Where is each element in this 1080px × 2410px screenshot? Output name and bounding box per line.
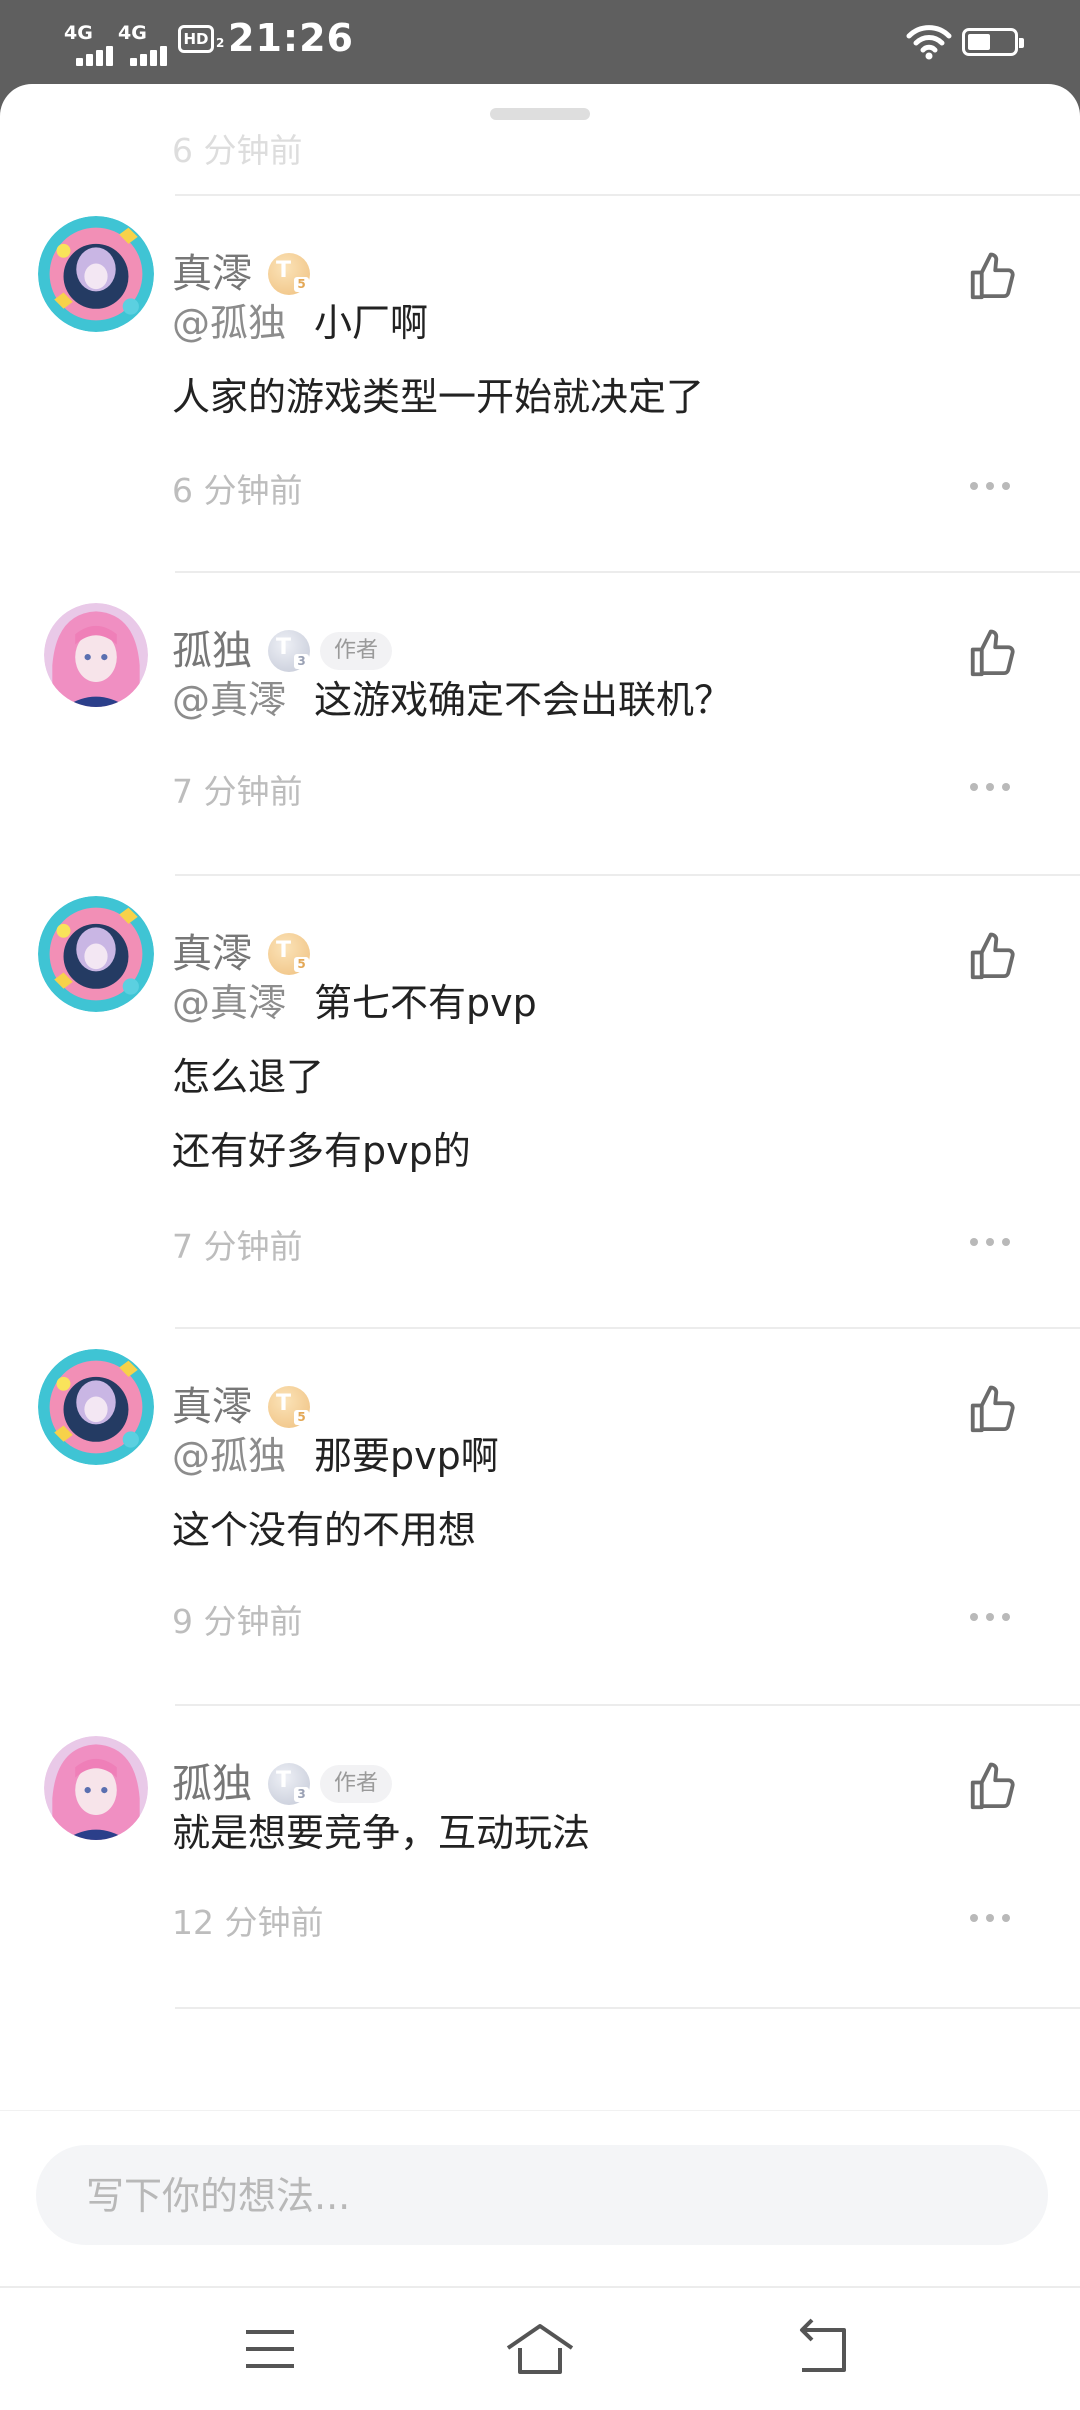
comment-item[interactable]: 真澪 T 5 @真澪 第七不有pvp 怎么退了 还有好多有pvp的 7 分钟前 — [0, 876, 1080, 1329]
comment-text: 怎么退了 — [172, 1055, 325, 1099]
network-type-label: 4G — [118, 22, 147, 44]
comment-list[interactable]: 真澪 T 5 @孤独 小厂啊 人家的游戏类型一开始就决定了 6 分钟前 孤独 T… — [0, 196, 1080, 2009]
comment-text: 人家的游戏类型一开始就决定了 — [172, 375, 705, 419]
comment-item[interactable]: 孤独 T 3 作者 @真澪 这游戏确定不会出联机？ 7 分钟前 — [0, 573, 1080, 876]
comment-item[interactable]: 真澪 T 5 @孤独 小厂啊 人家的游戏类型一开始就决定了 6 分钟前 — [0, 196, 1080, 573]
comment-text: 小厂啊 — [314, 301, 429, 345]
like-icon[interactable] — [966, 1383, 1020, 1437]
comment-item[interactable]: 孤独 T 3 作者 就是想要竞争，互动玩法 12 分钟前 — [0, 1706, 1080, 2009]
avatar[interactable] — [38, 216, 154, 332]
comment-text: 就是想要竞争，互动玩法 — [172, 1811, 591, 1855]
battery-icon — [962, 28, 1024, 56]
avatar[interactable] — [38, 896, 154, 1012]
back-icon[interactable] — [784, 2314, 864, 2384]
comment-content: @孤独 那要pvp啊 这个没有的不用想 — [172, 1419, 499, 1567]
like-icon[interactable] — [966, 930, 1020, 984]
network-type-label: 4G — [64, 22, 93, 44]
avatar[interactable] — [44, 603, 148, 707]
comment-input-bar — [0, 2110, 1080, 2287]
mention-link[interactable]: @孤独 — [172, 1434, 286, 1478]
comment-text: 那要pvp啊 — [314, 1434, 499, 1478]
comment-text: 还有好多有pvp的 — [172, 1129, 471, 1173]
drag-handle[interactable] — [490, 108, 590, 120]
comment-content: @真澪 第七不有pvp 怎么退了 还有好多有pvp的 — [172, 966, 537, 1188]
comment-text: 这游戏确定不会出联机？ — [314, 678, 733, 722]
more-options-icon[interactable] — [970, 1238, 1010, 1248]
comment-sheet: 6 分钟前 真澪 T 5 @孤独 小厂啊 人家的游戏类型一开始就决定了 6 分钟… — [0, 84, 1080, 2408]
comment-text: 第七不有pvp — [314, 981, 537, 1025]
comment-text: 这个没有的不用想 — [172, 1508, 477, 1552]
divider — [175, 2007, 1080, 2009]
mention-link[interactable]: @真澪 — [172, 981, 286, 1025]
avatar[interactable] — [38, 1349, 154, 1465]
hd-icon: HD — [178, 25, 214, 53]
comment-time: 6 分钟前 — [172, 471, 303, 510]
like-icon[interactable] — [966, 250, 1020, 304]
comment-input-box[interactable] — [36, 2145, 1048, 2247]
system-nav-bar — [0, 2286, 1080, 2410]
more-options-icon[interactable] — [970, 1914, 1010, 1924]
comment-time: 7 分钟前 — [172, 1227, 303, 1266]
more-options-icon[interactable] — [970, 1613, 1010, 1623]
home-icon[interactable] — [500, 2314, 580, 2384]
comment-item[interactable]: 真澪 T 5 @孤独 那要pvp啊 这个没有的不用想 9 分钟前 — [0, 1329, 1080, 1706]
comment-time: 9 分钟前 — [172, 1602, 303, 1641]
wifi-icon — [906, 25, 952, 60]
mention-link[interactable]: @孤独 — [172, 301, 286, 345]
menu-icon[interactable] — [230, 2314, 310, 2384]
like-icon[interactable] — [966, 627, 1020, 681]
hd-sub-label: 2 — [216, 36, 225, 50]
previous-comment-time: 6 分钟前 — [172, 131, 303, 170]
comment-input[interactable] — [84, 2145, 1008, 2247]
more-options-icon[interactable] — [970, 482, 1010, 492]
avatar[interactable] — [44, 1736, 148, 1840]
comment-content: 就是想要竞争，互动玩法 — [172, 1796, 590, 1870]
mention-link[interactable]: @真澪 — [172, 678, 286, 722]
more-options-icon[interactable] — [970, 783, 1010, 793]
comment-content: @真澪 这游戏确定不会出联机？ — [172, 663, 732, 737]
like-icon[interactable] — [966, 1760, 1020, 1814]
comment-time: 12 分钟前 — [172, 1903, 324, 1942]
comment-time: 7 分钟前 — [172, 772, 303, 811]
status-bar: 4G 4G HD 2 21:26 — [0, 0, 1080, 82]
status-time: 21:26 — [228, 16, 354, 60]
comment-content: @孤独 小厂啊 人家的游戏类型一开始就决定了 — [172, 286, 704, 434]
